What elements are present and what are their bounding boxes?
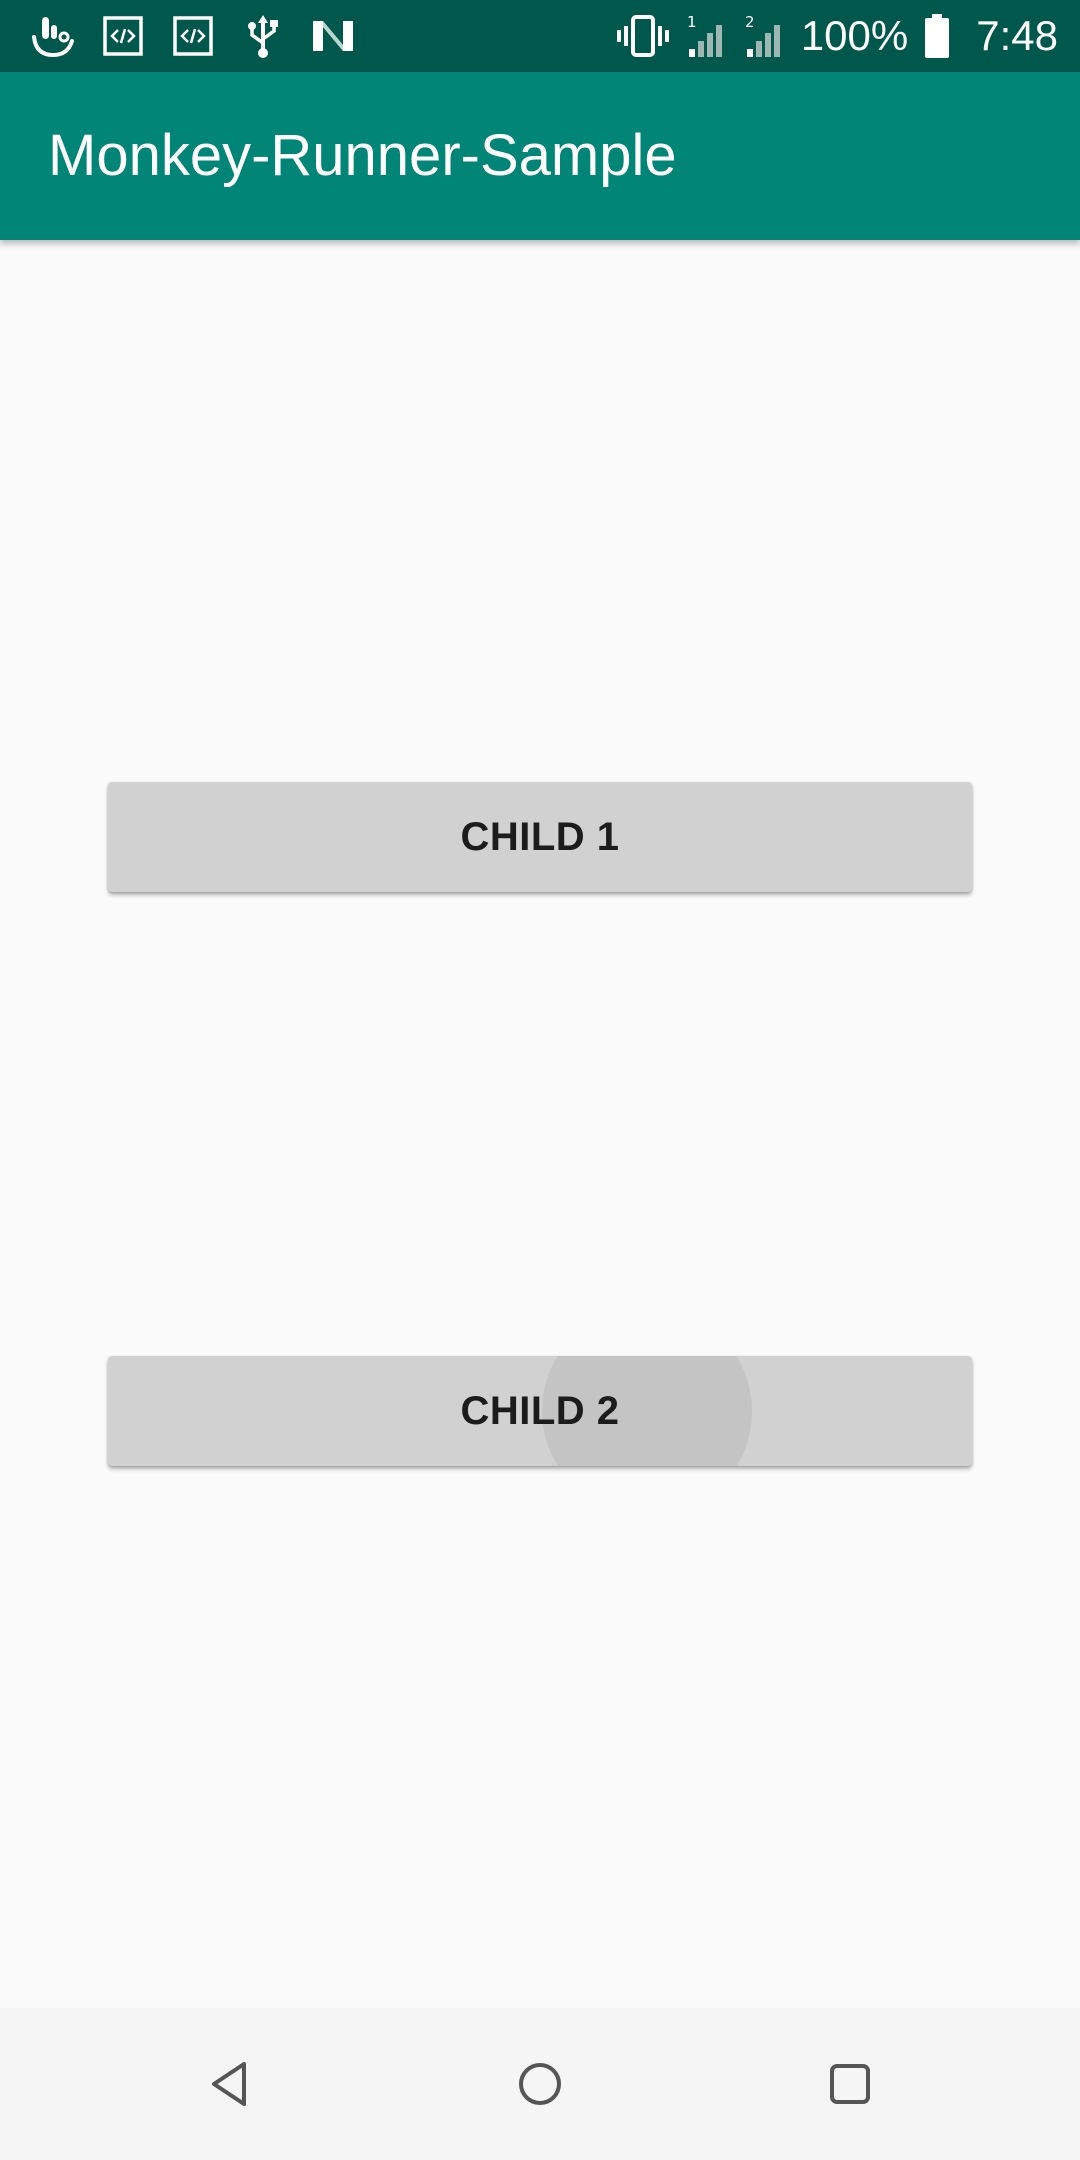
svg-text:1: 1 (687, 13, 697, 31)
touch-assistant-icon (28, 11, 78, 61)
home-icon (516, 2060, 564, 2108)
code-notification-icon (168, 11, 218, 61)
battery-percent: 100% (800, 12, 909, 59)
code-notification-icon (98, 11, 148, 61)
signal-sim2-icon: 2 (743, 11, 787, 61)
svg-text:2: 2 (745, 13, 755, 31)
usb-icon (238, 11, 288, 61)
back-button[interactable] (190, 2044, 270, 2124)
vibrate-icon (615, 11, 671, 61)
app-bar: Monkey-Runner-Sample (0, 72, 1080, 240)
battery-full-icon (922, 11, 952, 61)
navigation-bar (0, 2008, 1080, 2160)
content-area: CHILD 1 CHILD 2 (0, 240, 1080, 2008)
child-1-button-label: CHILD 1 (460, 814, 620, 859)
child-2-button-label: CHILD 2 (460, 1388, 620, 1433)
recents-button[interactable] (810, 2044, 890, 2124)
signal-sim1-icon: 1 (685, 11, 729, 61)
system-status: 1 2 100% 7:48 (615, 0, 1058, 72)
back-icon (206, 2058, 254, 2110)
n-logo-icon (308, 11, 358, 61)
clock: 7:48 (976, 12, 1058, 59)
screen: 1 2 100% 7:48 Monkey-Runner-Sample CHILD… (0, 0, 1080, 2160)
app-title: Monkey-Runner-Sample (48, 123, 677, 188)
child-2-button[interactable]: CHILD 2 (108, 1356, 972, 1466)
child-1-button[interactable]: CHILD 1 (108, 782, 972, 892)
home-button[interactable] (500, 2044, 580, 2124)
notification-icons (28, 0, 358, 72)
status-bar: 1 2 100% 7:48 (0, 0, 1080, 72)
recents-icon (826, 2060, 874, 2108)
